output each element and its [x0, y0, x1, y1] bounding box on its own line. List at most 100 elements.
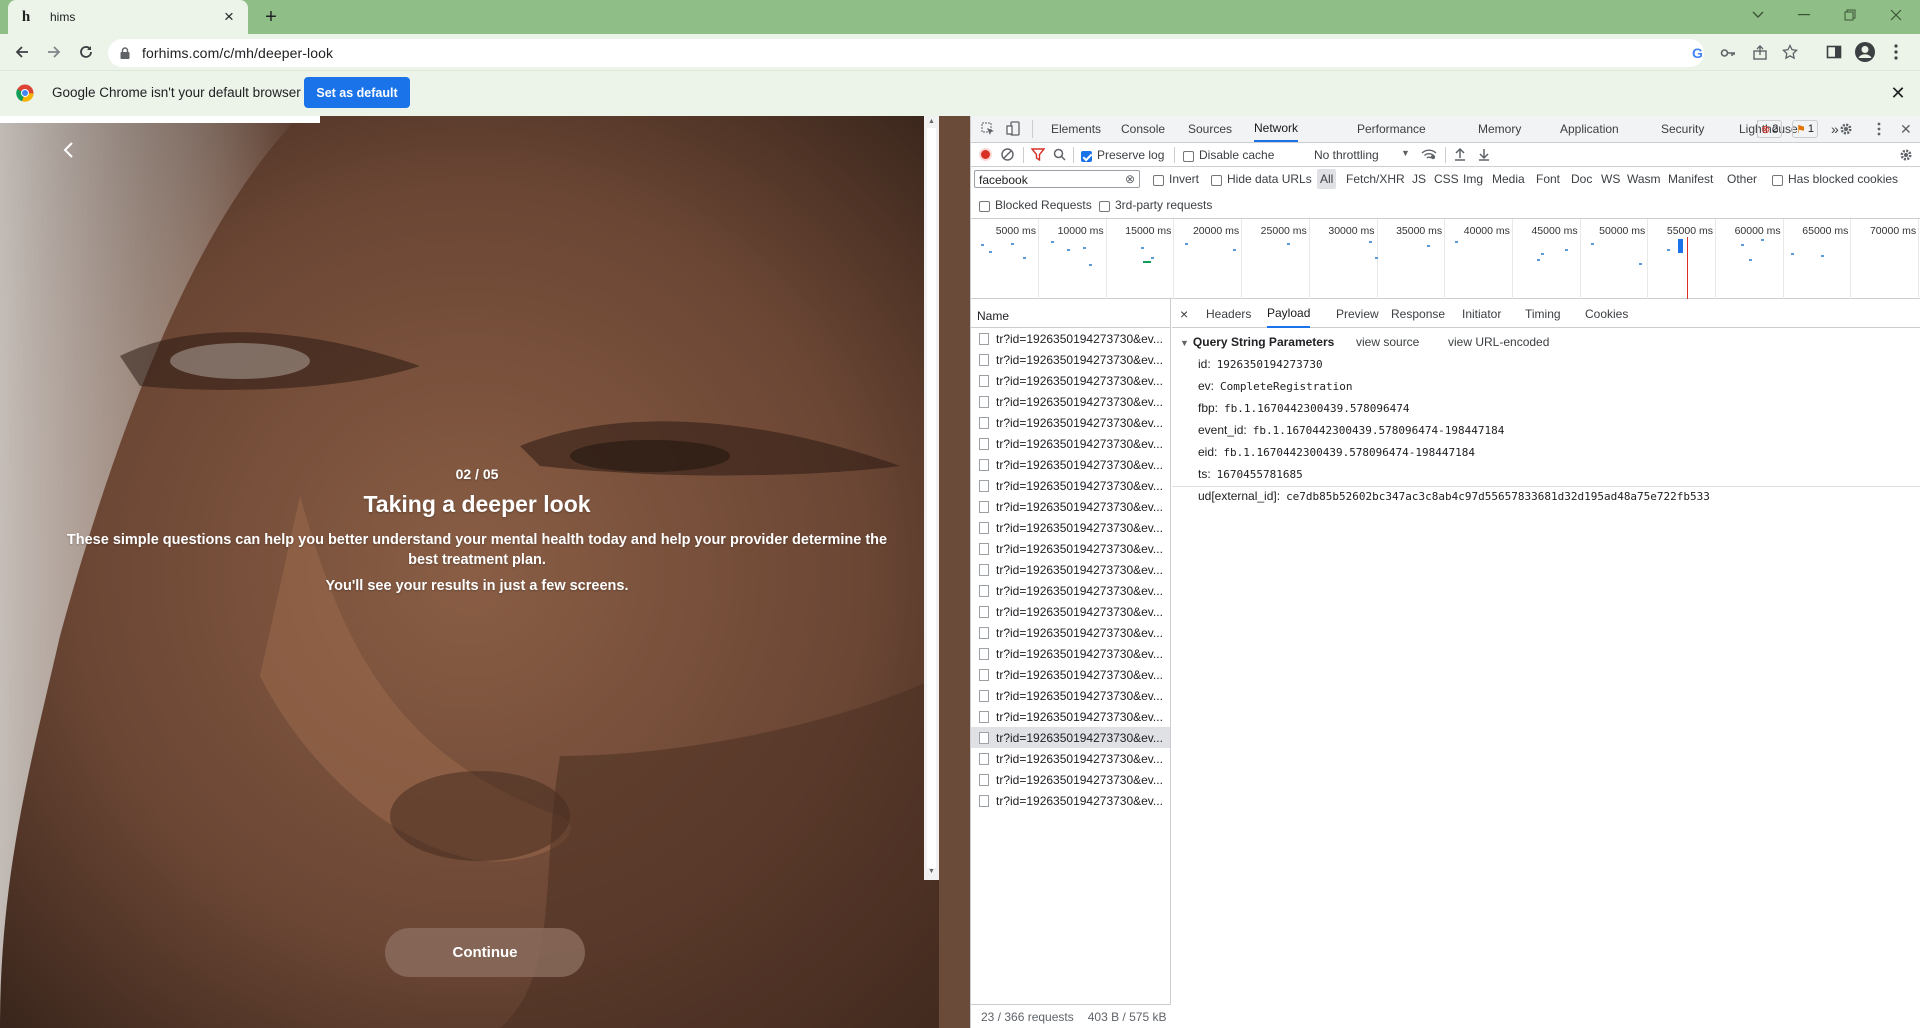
- request-row[interactable]: tr?id=1926350194273730&ev...: [971, 454, 1170, 475]
- scroll-down-icon[interactable]: ▼: [928, 868, 935, 875]
- inspect-element-icon[interactable]: [981, 122, 995, 136]
- browser-tab[interactable]: h hims ×: [8, 0, 248, 34]
- filter-type-media[interactable]: Media: [1492, 169, 1525, 189]
- request-row[interactable]: tr?id=1926350194273730&ev...: [971, 664, 1170, 685]
- request-row[interactable]: tr?id=1926350194273730&ev...: [971, 727, 1170, 748]
- throttling-select[interactable]: No throttling: [1314, 148, 1379, 162]
- filter-type-manifest[interactable]: Manifest: [1668, 169, 1713, 189]
- network-conditions-icon[interactable]: [1421, 148, 1437, 161]
- lock-icon[interactable]: [120, 47, 130, 59]
- window-close-icon[interactable]: [1876, 4, 1916, 26]
- tab-network[interactable]: Network: [1254, 116, 1299, 142]
- detail-tab-preview[interactable]: Preview: [1336, 299, 1379, 328]
- query-param[interactable]: event_id: fb.1.1670442300439.578096474-19…: [1198, 423, 1504, 437]
- reload-icon[interactable]: [74, 40, 98, 64]
- scroll-up-icon[interactable]: ▲: [928, 118, 935, 125]
- request-row[interactable]: tr?id=1926350194273730&ev...: [971, 475, 1170, 496]
- filter-type-css[interactable]: CSS: [1434, 169, 1459, 189]
- infobar-close-icon[interactable]: ✕: [1888, 83, 1908, 103]
- device-toolbar-icon[interactable]: [1006, 121, 1020, 136]
- blocked-requests-checkbox[interactable]: [979, 199, 990, 213]
- filter-type-js[interactable]: JS: [1412, 169, 1426, 189]
- key-icon[interactable]: [1720, 45, 1736, 61]
- request-row[interactable]: tr?id=1926350194273730&ev...: [971, 433, 1170, 454]
- request-row[interactable]: tr?id=1926350194273730&ev...: [971, 496, 1170, 517]
- expand-triangle-icon[interactable]: ▼: [1180, 338, 1189, 348]
- import-har-icon[interactable]: [1454, 148, 1466, 161]
- tab-search-icon[interactable]: [1738, 4, 1778, 26]
- chrome-menu-icon[interactable]: [1884, 40, 1908, 64]
- request-row[interactable]: tr?id=1926350194273730&ev...: [971, 685, 1170, 706]
- new-tab-icon[interactable]: +: [259, 5, 283, 29]
- query-string-section[interactable]: ▼ Query String Parameters: [1180, 335, 1334, 349]
- filter-icon[interactable]: [1031, 148, 1045, 161]
- record-icon[interactable]: [979, 148, 992, 161]
- request-row[interactable]: tr?id=1926350194273730&ev...: [971, 580, 1170, 601]
- close-detail-icon[interactable]: ×: [1180, 299, 1188, 328]
- request-row[interactable]: tr?id=1926350194273730&ev...: [971, 517, 1170, 538]
- query-param[interactable]: ts: 1670455781685: [1198, 467, 1303, 481]
- profile-avatar-icon[interactable]: [1853, 40, 1877, 64]
- set-as-default-button[interactable]: Set as default: [304, 77, 410, 108]
- request-row[interactable]: tr?id=1926350194273730&ev...: [971, 328, 1170, 349]
- detail-tab-headers[interactable]: Headers: [1206, 299, 1251, 328]
- filter-type-wasm[interactable]: Wasm: [1627, 169, 1661, 189]
- tab-close-icon[interactable]: ×: [220, 7, 238, 26]
- back-arrow-icon[interactable]: [10, 40, 34, 64]
- request-row[interactable]: tr?id=1926350194273730&ev...: [971, 538, 1170, 559]
- query-param[interactable]: ud[external_id]: ce7db85b52602bc347ac3c8a…: [1198, 489, 1710, 503]
- filter-type-doc[interactable]: Doc: [1571, 169, 1592, 189]
- request-row[interactable]: tr?id=1926350194273730&ev...: [971, 769, 1170, 790]
- tab-console[interactable]: Console: [1121, 116, 1165, 142]
- preserve-log-checkbox[interactable]: [1081, 149, 1092, 163]
- share-icon[interactable]: [1752, 45, 1768, 61]
- detail-tab-payload[interactable]: Payload: [1267, 299, 1311, 328]
- restore-icon[interactable]: [1830, 4, 1870, 26]
- query-param[interactable]: eid: fb.1.1670442300439.578096474-1984471…: [1198, 445, 1475, 459]
- tab-application[interactable]: Application: [1560, 116, 1619, 142]
- request-row[interactable]: tr?id=1926350194273730&ev...: [971, 601, 1170, 622]
- query-param[interactable]: fbp: fb.1.1670442300439.578096474: [1198, 401, 1409, 415]
- bookmark-star-icon[interactable]: [1782, 44, 1798, 60]
- clear-filter-icon[interactable]: ⊗: [1125, 172, 1135, 186]
- scrollbar-thumb[interactable]: [927, 128, 936, 868]
- request-row[interactable]: tr?id=1926350194273730&ev...: [971, 622, 1170, 643]
- errors-badge[interactable]: ⊗ 2: [1757, 120, 1783, 138]
- name-column-header[interactable]: Name: [971, 299, 1170, 328]
- tab-security[interactable]: Security: [1661, 116, 1704, 142]
- search-icon[interactable]: [1053, 148, 1066, 161]
- warnings-badge[interactable]: ⚑ 1: [1792, 120, 1818, 138]
- detail-tab-timing[interactable]: Timing: [1525, 299, 1561, 328]
- more-tabs-icon[interactable]: »: [1831, 116, 1839, 142]
- back-chevron-icon[interactable]: [62, 141, 82, 161]
- has-blocked-cookies-checkbox[interactable]: [1772, 173, 1783, 187]
- devtools-close-icon[interactable]: ✕: [1900, 121, 1912, 138]
- request-row[interactable]: tr?id=1926350194273730&ev...: [971, 559, 1170, 580]
- query-param[interactable]: ev: CompleteRegistration: [1198, 379, 1352, 393]
- query-param[interactable]: id: 1926350194273730: [1198, 357, 1323, 371]
- filter-input[interactable]: facebook ⊗: [974, 170, 1140, 188]
- filter-type-fetch-xhr[interactable]: Fetch/XHR: [1346, 169, 1405, 189]
- network-settings-icon[interactable]: [1899, 148, 1913, 162]
- detail-tab-cookies[interactable]: Cookies: [1585, 299, 1628, 328]
- view-url-encoded-link[interactable]: view URL-encoded: [1448, 335, 1549, 349]
- page-scrollbar[interactable]: ▲ ▼: [924, 116, 939, 880]
- tab-performance[interactable]: Performance: [1357, 116, 1426, 142]
- view-source-link[interactable]: view source: [1356, 335, 1419, 349]
- request-row[interactable]: tr?id=1926350194273730&ev...: [971, 706, 1170, 727]
- request-row[interactable]: tr?id=1926350194273730&ev...: [971, 790, 1170, 811]
- request-row[interactable]: tr?id=1926350194273730&ev...: [971, 370, 1170, 391]
- google-lens-icon[interactable]: G: [1692, 45, 1703, 61]
- tab-elements[interactable]: Elements: [1051, 116, 1101, 142]
- invert-checkbox[interactable]: [1153, 173, 1164, 187]
- clear-icon[interactable]: [1001, 148, 1014, 161]
- filter-type-ws[interactable]: WS: [1601, 169, 1620, 189]
- filter-type-all[interactable]: All: [1317, 169, 1337, 189]
- request-row[interactable]: tr?id=1926350194273730&ev...: [971, 748, 1170, 769]
- filter-type-img[interactable]: Img: [1463, 169, 1483, 189]
- detail-tab-initiator[interactable]: Initiator: [1462, 299, 1501, 328]
- devtools-menu-icon[interactable]: [1877, 122, 1881, 136]
- side-panel-icon[interactable]: [1822, 40, 1846, 64]
- third-party-checkbox[interactable]: [1099, 199, 1110, 213]
- filter-type-other[interactable]: Other: [1727, 169, 1757, 189]
